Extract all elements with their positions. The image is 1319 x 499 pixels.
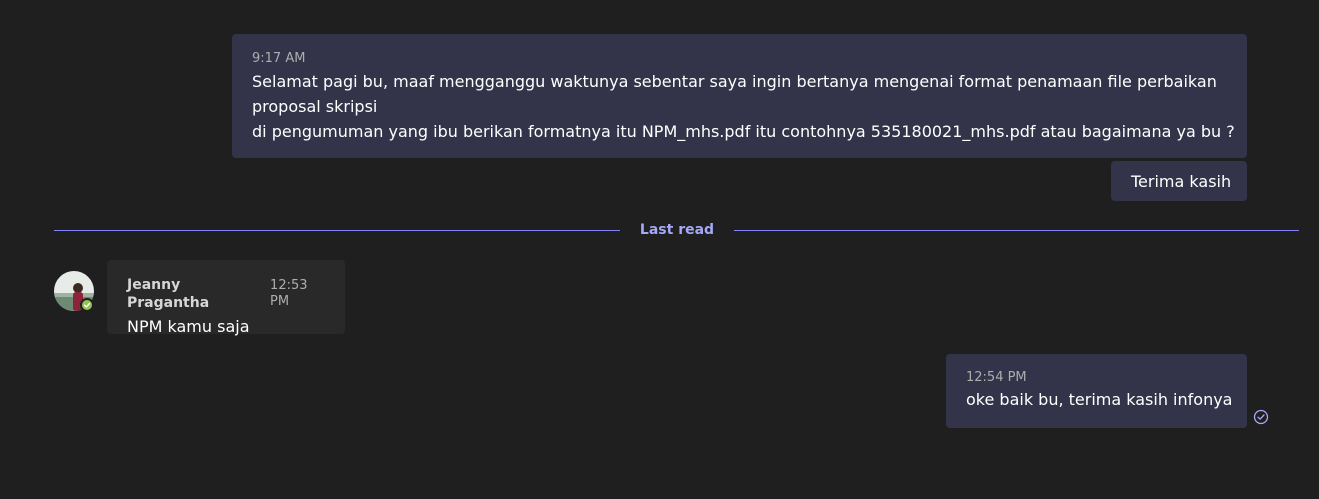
outgoing-message[interactable]: 9:17 AM Selamat pagi bu, maaf mengganggu… — [232, 34, 1247, 158]
available-check-icon — [80, 298, 94, 312]
last-read-divider-line — [54, 230, 620, 231]
outgoing-message[interactable]: Terima kasih — [1111, 161, 1247, 201]
read-receipt-check-icon — [1253, 409, 1269, 425]
message-timestamp: 9:17 AM — [252, 51, 306, 66]
last-read-label: Last read — [639, 222, 715, 238]
incoming-message[interactable]: Jeanny Pragantha 12:53 PM NPM kamu saja — [107, 260, 345, 336]
last-read-divider-line — [734, 230, 1299, 231]
message-line: di pengumuman yang ibu berikan formatnya… — [252, 122, 1235, 141]
sender-name[interactable]: Jeanny Pragantha — [127, 276, 254, 312]
outgoing-message[interactable]: 12:54 PM oke baik bu, terima kasih infon… — [946, 354, 1247, 428]
message-line: Selamat pagi bu, maaf mengganggu waktuny… — [252, 72, 1217, 91]
message-text: oke baik bu, terima kasih infonya — [966, 390, 1233, 409]
message-header: Jeanny Pragantha 12:53 PM — [127, 276, 325, 312]
message-text: Terima kasih — [1131, 172, 1232, 191]
message-line: proposal skripsi — [252, 97, 378, 116]
message-text: Selamat pagi bu, maaf mengganggu waktuny… — [252, 69, 1235, 144]
chat-thread: 9:17 AM Selamat pagi bu, maaf mengganggu… — [0, 0, 1319, 499]
message-text: NPM kamu saja — [127, 317, 250, 336]
message-timestamp: 12:54 PM — [966, 370, 1027, 385]
message-timestamp: 12:53 PM — [270, 278, 308, 309]
